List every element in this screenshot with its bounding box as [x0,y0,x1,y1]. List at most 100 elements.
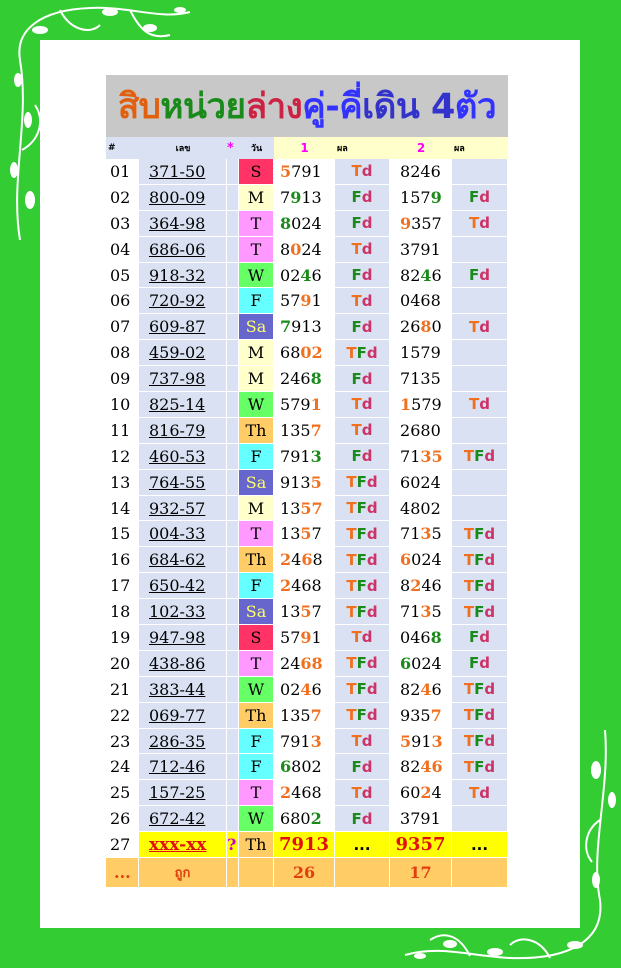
row-set2-result: TFd [452,676,508,703]
row-set1-result: TFd [335,495,390,522]
row-day: F [239,573,274,600]
title-part-4: เดิน 4 [362,86,455,127]
row-set2-digits: 1579 [390,184,452,211]
summary-row: ... ถูก 26 17 [106,858,508,889]
row-lottery-number: 609-87 [139,314,227,341]
row-number: 04 [106,236,139,263]
row-set1-result: TFd [335,599,390,626]
row-set2-result: Fd [452,625,508,651]
table-row: 03 364-98 T 8 0 2 4 Fd 9 3 5 7 Td [106,210,508,237]
table-row: 17 650-42 F 2 4 6 8 T Fd 8 2 4 6 T Fd [106,573,508,600]
table-row: 20 438-86 T 2 4 6 8 T Fd 6 0 2 4 Fd [106,650,508,677]
row-spacer [227,650,239,677]
row-spacer [227,806,239,833]
row-number: 14 [106,495,139,522]
row-lottery-number: 459-02 [139,340,227,367]
row-number: 01 [106,159,139,185]
table-row: 19 947-98 S 5 7 9 1 Td 0 4 6 8 Fd [106,625,508,651]
table-row: 26 672-42 W 6 8 0 2 Fd 3 7 9 1 [106,806,508,833]
table-row: 09 737-98 M 2 4 6 8 Fd 7 1 3 5 [106,366,508,393]
row-set1-result: Td [335,159,390,185]
table-row: 21 383-44 W 0 2 4 6 T Fd 8 2 4 6 T Fd [106,676,508,703]
row-spacer [227,366,239,393]
summary-count2: 17 [390,858,452,889]
row-number: 10 [106,392,139,418]
row-spacer [227,625,239,651]
row-set2-digits: 9357 [390,210,452,237]
row-day: Sa [239,469,274,496]
row-day: M [239,184,274,211]
row-spacer [227,417,239,444]
row-number: 12 [106,443,139,470]
row-number: 27 [106,832,139,859]
row-lottery-number: 712-46 [139,754,227,781]
table-row: 01 371-50 S 5 7 9 1 Td 8 2 4 6 [106,159,508,185]
row-set1-digits: 1357 [274,702,335,729]
row-set1-digits: 2468 [274,547,335,574]
row-set2-result [452,159,508,185]
row-set1-digits: 6802 [274,754,335,781]
row-set1-digits: 2468 [274,573,335,600]
row-number: 22 [106,702,139,729]
row-day: W [239,676,274,703]
summary-count1: 26 [274,858,335,889]
row-set1-result: TFd [335,469,390,496]
row-set2-digits: 6024 [390,469,452,496]
title-part-2: ล่าง [245,86,303,127]
row-number: 16 [106,547,139,574]
row-spacer [227,780,239,807]
table-row: 08 459-02 M 6 8 0 2 T Fd 1 5 7 9 [106,340,508,367]
row-set1-digits: 8024 [274,210,335,237]
row-number: 15 [106,521,139,548]
row-set2-digits: 6024 [390,780,452,807]
table-body: 01 371-50 S 5 7 9 1 Td 8 2 4 6 02 800-09 M 7 9 1 3 Fd 1 5 7 9 Fd… [106,159,508,833]
row-spacer [227,262,239,289]
row-number: 07 [106,314,139,341]
table-row: 22 069-77 Th 1 3 5 7 T Fd 9 3 5 7 T Fd [106,702,508,729]
row-set1-digits: 5791 [274,159,335,185]
row-set2-result: Td [452,392,508,418]
row-set1-result: TFd [335,573,390,600]
row-set1-digits: 8024 [274,236,335,263]
table-row: 02 800-09 M 7 9 1 3 Fd 1 5 7 9 Fd [106,184,508,211]
row-lottery-number: 720-92 [139,288,227,315]
row-lottery-number: 816-79 [139,417,227,444]
row-set2-result: TFd [452,547,508,574]
row-set1-result: TFd [335,650,390,677]
row-number: 17 [106,573,139,600]
row-day: S [239,625,274,651]
row-spacer [227,288,239,315]
row-set2-result: TFd [452,599,508,626]
row-set1-digits: 2468 [274,366,335,393]
table-row: 10 825-14 W 5 7 9 1 Td 1 5 7 9 Td [106,392,508,418]
lottery-table: สิบ หน่วย ล่าง คู่-คี่ เดิน 4 ตัว # เลข * … [106,75,508,889]
row-set2-result: Td [452,780,508,807]
row-lottery-number: 286-35 [139,728,227,755]
row-set2-digits: 7135 [390,443,452,470]
row-day: Th [239,702,274,729]
row-lottery-number: 371-50 [139,159,227,185]
title-part-3: คู่-คี่ [302,86,363,127]
table-header: # เลข * วัน 1 ผล 2 ผล [106,137,508,159]
row-spacer [227,521,239,548]
row-day: F [239,754,274,781]
row-day: T [239,210,274,237]
row-day: Th [239,417,274,444]
row-lottery-number: 825-14 [139,392,227,418]
row-lottery-number: 383-44 [139,676,227,703]
header-hash: # [108,143,116,153]
row-lottery-number: 460-53 [139,443,227,470]
row-set1-result: TFd [335,676,390,703]
row-set2-digits: 9357 [390,702,452,729]
row-set2-result [452,806,508,833]
row-set2-digits: 7135 [390,366,452,393]
table-row: 15 004-33 T 1 3 5 7 T Fd 7 1 3 5 T Fd [106,521,508,548]
row-lottery-number: 764-55 [139,469,227,496]
row-set2-digits: 4802 [390,495,452,522]
row-day: T [239,236,274,263]
row-set1-result: Fd [335,366,390,393]
row-number: 25 [106,780,139,807]
row-set2-digits: 2680 [390,417,452,444]
row-spacer [227,443,239,470]
row-set1-digits: 7913 [274,832,335,859]
